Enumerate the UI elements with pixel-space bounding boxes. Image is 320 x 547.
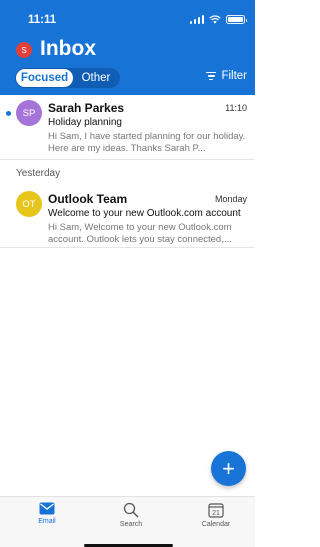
plus-icon: +: [222, 455, 235, 481]
sender-name: Sarah Parkes: [48, 101, 125, 115]
message-time: Monday: [214, 194, 247, 204]
message-subject: Welcome to your new Outlook.com account: [48, 208, 241, 219]
message-preview: Hi Sam, Welcome to your new Outlook.com …: [48, 222, 232, 245]
filter-button[interactable]: Filter: [206, 70, 247, 82]
envelope-icon: [39, 502, 55, 515]
sender-name: Outlook Team: [48, 192, 128, 206]
unread-indicator: [6, 111, 11, 116]
sender-avatar: OT: [16, 191, 42, 217]
tab-focused[interactable]: Focused: [16, 69, 73, 87]
status-bar: 11:11: [0, 0, 255, 40]
tab-calendar[interactable]: 21 Calendar: [186, 502, 246, 528]
compose-button[interactable]: +: [211, 451, 246, 486]
calendar-icon: 21: [208, 503, 224, 518]
tab-label-search: Search: [119, 521, 143, 528]
tab-email[interactable]: Email: [17, 502, 77, 525]
message-list: SP Sarah Parkes 11:10 Holiday planning H…: [0, 95, 255, 248]
page-title: Inbox: [40, 37, 96, 60]
status-time: 11:11: [28, 14, 57, 26]
message-row[interactable]: OT Outlook Team Monday Welcome to your n…: [0, 186, 255, 248]
tab-label-email: Email: [38, 518, 56, 525]
filter-icon: [206, 72, 217, 80]
section-header-yesterday: Yesterday: [16, 168, 61, 179]
message-preview: Hi Sam, I have started planning for our …: [48, 131, 246, 154]
tab-label-calendar: Calendar: [201, 521, 231, 528]
account-avatar[interactable]: S: [16, 42, 32, 58]
wifi-icon: [209, 15, 221, 24]
calendar-day: 21: [212, 510, 220, 517]
filter-label: Filter: [221, 70, 247, 82]
message-row[interactable]: SP Sarah Parkes 11:10 Holiday planning H…: [0, 95, 255, 160]
tab-other[interactable]: Other: [73, 69, 119, 87]
status-icons: [189, 15, 247, 24]
sender-avatar: SP: [16, 100, 42, 126]
tab-search[interactable]: Search: [101, 502, 161, 528]
message-subject: Holiday planning: [48, 117, 122, 128]
app-header: 11:11 S Inbox Focused Other Filter: [0, 0, 255, 95]
inbox-tab-switcher: Focused Other: [15, 68, 120, 88]
bottom-tab-bar: Email Search 21 Calendar: [0, 496, 255, 547]
cellular-signal-icon: [189, 15, 204, 24]
message-time: 11:10: [225, 103, 247, 113]
battery-icon: [226, 15, 247, 24]
search-icon: [123, 502, 139, 518]
